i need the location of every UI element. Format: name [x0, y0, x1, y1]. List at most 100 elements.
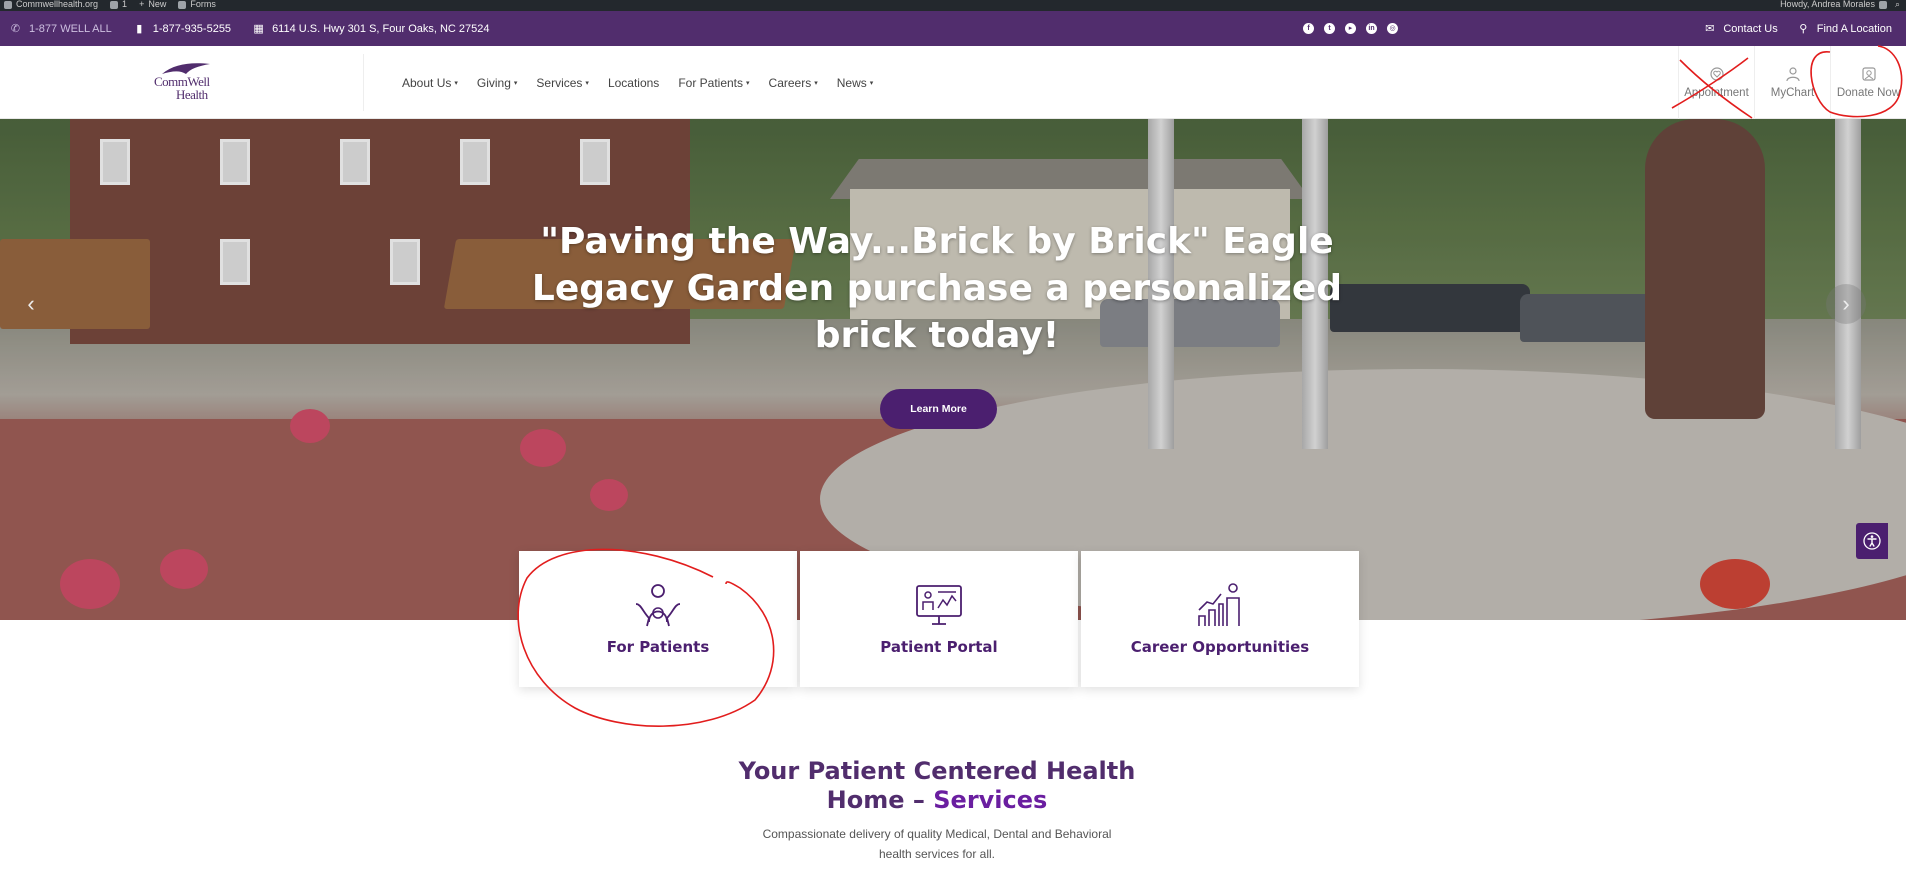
- find-location-link[interactable]: ⚲ Find A Location: [1798, 22, 1892, 36]
- admin-bar-right: Howdy, Andrea Morales ⌕: [1780, 0, 1900, 9]
- mychart-label: MyChart: [1770, 87, 1815, 99]
- comment-icon: [110, 0, 119, 9]
- donate-icon: [1861, 67, 1876, 81]
- contact-us-link[interactable]: ✉ Contact Us: [1704, 22, 1778, 36]
- services-heading-line2a: Home –: [826, 786, 934, 814]
- patient-portal-label: Patient Portal: [880, 638, 998, 656]
- find-location-label: Find A Location: [1816, 22, 1892, 35]
- site-logo[interactable]: CommWell Health: [152, 62, 216, 104]
- accessibility-toggle[interactable]: [1856, 523, 1888, 559]
- plus-icon: +: [139, 0, 145, 9]
- for-patients-label: For Patients: [606, 638, 710, 656]
- header-action-buttons: Appointment MyChart Donate Now: [1678, 46, 1906, 119]
- chevron-down-icon: ▾: [454, 79, 458, 87]
- phone-number-link[interactable]: ▮ 1-877-935-5255: [134, 22, 232, 36]
- home-icon: [4, 0, 12, 9]
- portal-monitor-icon: [916, 585, 962, 625]
- logo-text-line2: Health: [176, 87, 208, 102]
- topbar-left: ✆ 1-877 WELL ALL ▮ 1-877-935-5255 ▦ 6114 U.…: [10, 11, 490, 46]
- services-heading-line1: Your Patient Centered Health: [738, 757, 1136, 785]
- main-nav: About Us ▾ Giving ▾ Services ▾ Locations Fo…: [402, 46, 873, 119]
- user-icon: [1785, 67, 1800, 82]
- search-icon: ⌕: [1894, 0, 1900, 9]
- admin-bar-forms[interactable]: Forms: [178, 0, 216, 9]
- nav-about-us-label: About Us: [402, 75, 452, 90]
- nav-for-patients[interactable]: For Patients ▾: [678, 76, 749, 90]
- nav-about-us[interactable]: About Us ▾: [402, 76, 458, 90]
- nav-giving-label: Giving: [476, 75, 511, 90]
- quick-link-cards: For Patients Patient Portal Career Oppor…: [519, 551, 1359, 687]
- hero-slider: "Paving the Way...Brick by Brick" Eagle …: [0, 119, 1906, 620]
- slider-next-icon[interactable]: ›: [1826, 284, 1866, 324]
- nav-services[interactable]: Services ▾: [536, 76, 589, 90]
- accessibility-icon: [1863, 532, 1881, 550]
- services-subtitle: Compassionate delivery of quality Medica…: [762, 827, 1112, 861]
- nav-news[interactable]: News ▾: [837, 76, 874, 90]
- phone-icon: ✆: [10, 23, 21, 35]
- chevron-down-icon: ▾: [869, 79, 874, 87]
- nav-careers-label: Careers: [768, 75, 812, 90]
- top-info-bar: ✆ 1-877 WELL ALL ▮ 1-877-935-5255 ▦ 6114 U.…: [0, 11, 1906, 46]
- calendar-heart-icon: [1709, 67, 1724, 81]
- contact-us-label: Contact Us: [1723, 22, 1778, 35]
- map-pin-icon: ⚲: [1799, 23, 1808, 35]
- admin-bar-new-label: New: [148, 0, 167, 9]
- nav-careers[interactable]: Careers ▾: [769, 76, 818, 90]
- address-text: 6114 U.S. Hwy 301 S, Four Oaks, NC 27524: [272, 22, 490, 35]
- chevron-down-icon: ▾: [513, 79, 518, 87]
- chevron-down-icon: ▾: [746, 79, 750, 87]
- wp-admin-bar: Commwellhealth.org 1 + New Forms Howdy, A…: [0, 0, 1906, 11]
- admin-bar-comments-count: 1: [122, 0, 128, 9]
- nav-services-label: Services: [536, 75, 583, 90]
- nav-giving[interactable]: Giving ▾: [477, 76, 518, 90]
- services-heading: Your Patient Centered Health Home – Serv…: [700, 757, 1174, 815]
- career-opportunities-label: Career Opportunities: [1130, 638, 1310, 656]
- patient-portal-card[interactable]: Patient Portal: [800, 551, 1078, 687]
- hero-title: "Paving the Way...Brick by Brick" Eagle …: [531, 221, 1343, 356]
- career-growth-icon: [1198, 583, 1240, 626]
- for-patients-card[interactable]: For Patients: [519, 551, 797, 687]
- nav-locations[interactable]: Locations: [608, 76, 659, 90]
- services-heading-accent: Services: [933, 786, 1048, 814]
- admin-bar-left: Commwellhealth.org 1 + New Forms: [4, 0, 216, 9]
- linkedin-icon[interactable]: in: [1366, 23, 1377, 34]
- address-link[interactable]: ▦ 6114 U.S. Hwy 301 S, Four Oaks, NC 2752…: [253, 22, 490, 36]
- appointment-button[interactable]: Appointment: [1678, 46, 1754, 119]
- appointment-label: Appointment: [1684, 87, 1749, 99]
- phone-number-text: 1-877-935-5255: [152, 22, 232, 35]
- donate-now-button[interactable]: Donate Now: [1830, 46, 1906, 119]
- patient-care-icon: [635, 584, 681, 627]
- phone-label-link[interactable]: ✆ 1-877 WELL ALL: [10, 22, 112, 36]
- envelope-icon: ✉: [1705, 23, 1715, 35]
- instagram-icon[interactable]: ◎: [1387, 23, 1398, 34]
- facebook-icon[interactable]: f: [1303, 23, 1314, 34]
- admin-bar-new[interactable]: + New: [139, 0, 166, 9]
- phone-label-text: 1-877 WELL ALL: [29, 22, 112, 35]
- career-opportunities-card[interactable]: Career Opportunities: [1081, 551, 1359, 687]
- youtube-icon[interactable]: ▸: [1345, 23, 1356, 34]
- map-icon: ▦: [253, 23, 264, 35]
- topbar-right: ✉ Contact Us ⚲ Find A Location: [1704, 11, 1892, 46]
- hero-overlay: [0, 119, 1906, 620]
- admin-bar-site-link[interactable]: Commwellhealth.org: [4, 0, 98, 9]
- mobile-icon: ▮: [136, 23, 143, 35]
- admin-bar-comments[interactable]: 1: [110, 0, 127, 9]
- admin-bar-forms-label: Forms: [190, 0, 216, 9]
- twitter-icon[interactable]: t: [1324, 23, 1335, 34]
- nav-for-patients-label: For Patients: [678, 75, 744, 90]
- site-header: CommWell Health About Us ▾ Giving ▾ Servic…: [0, 46, 1906, 119]
- social-links: f t ▸ in ◎: [1303, 11, 1398, 46]
- chevron-down-icon: ▾: [814, 79, 818, 87]
- learn-more-button[interactable]: Learn More: [880, 389, 997, 429]
- chevron-down-icon: ▾: [585, 79, 589, 87]
- mychart-button[interactable]: MyChart: [1754, 46, 1830, 119]
- donate-now-label: Donate Now: [1836, 87, 1901, 99]
- nav-news-label: News: [836, 75, 867, 90]
- admin-bar-search[interactable]: ⌕: [1895, 0, 1900, 9]
- forms-icon: [178, 0, 187, 9]
- slider-prev-icon[interactable]: ‹: [20, 289, 42, 319]
- admin-bar-site-label: Commwellhealth.org: [16, 0, 99, 9]
- admin-bar-greeting: Howdy, Andrea Morales: [1780, 0, 1875, 9]
- admin-bar-account[interactable]: Howdy, Andrea Morales: [1780, 0, 1887, 9]
- avatar-icon: [1878, 0, 1887, 9]
